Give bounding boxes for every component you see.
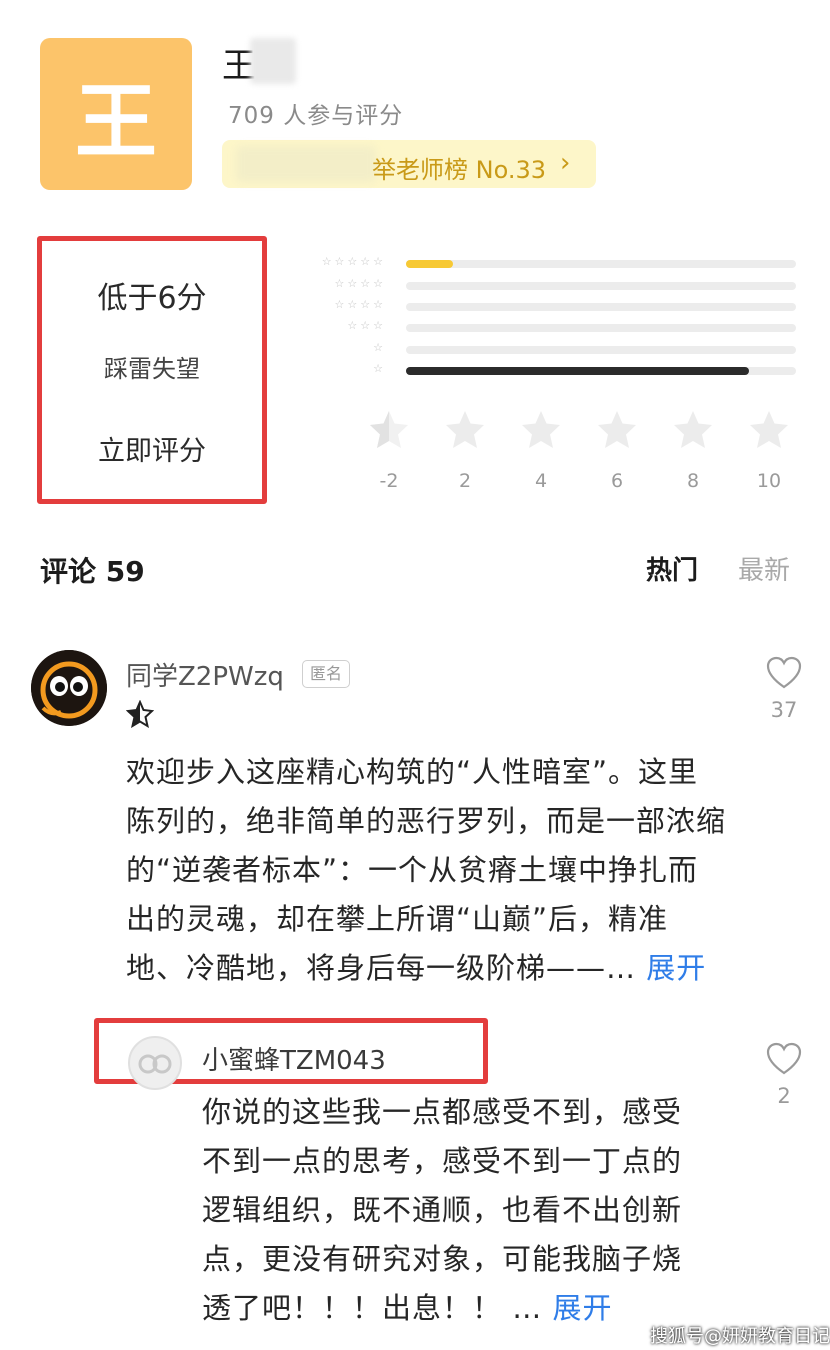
distribution-row: ☆☆☆☆☆ bbox=[292, 255, 796, 272]
distribution-track bbox=[406, 282, 796, 290]
default-avatar-icon bbox=[138, 1054, 172, 1074]
distribution-fill bbox=[406, 367, 750, 375]
scale-label: 6 bbox=[610, 470, 624, 492]
distribution-track bbox=[406, 346, 796, 354]
reply-body: 你说的这些我一点都感受不到，感受不到一点的思考，感受不到一丁点的逻辑组织，既不通… bbox=[202, 1088, 692, 1333]
comment-body: 欢迎步入这座精心构筑的“人性暗室”。这里陈列的，绝非简单的恶行罗列，而是一部浓缩… bbox=[126, 748, 726, 993]
rank-label[interactable]: 举老师榜 No.33 bbox=[372, 150, 546, 185]
commenter-avatar[interactable] bbox=[31, 650, 107, 726]
scale-star-icon[interactable] bbox=[671, 408, 715, 452]
scale-star-icon[interactable] bbox=[747, 408, 791, 452]
distribution-stars: ☆ bbox=[373, 341, 386, 354]
comments-title: 评论 59 bbox=[40, 555, 145, 588]
reply-expand-link[interactable]: 展开 bbox=[552, 1291, 612, 1325]
anonymous-badge: 匿名 bbox=[302, 660, 350, 688]
expand-link[interactable]: 展开 bbox=[646, 951, 706, 985]
owl-avatar-icon bbox=[31, 650, 107, 726]
tab-hot[interactable]: 热门 bbox=[646, 550, 698, 587]
distribution-row: ☆☆☆ bbox=[292, 319, 796, 336]
scale-label: 4 bbox=[534, 470, 548, 492]
scale-label: 8 bbox=[686, 470, 700, 492]
score-description: 踩雷失望 bbox=[104, 355, 200, 383]
reply-avatar[interactable] bbox=[128, 1036, 182, 1090]
teacher-avatar-char: 王 bbox=[74, 74, 157, 170]
rate-now-button[interactable]: 立即评分 bbox=[42, 429, 262, 468]
scale-label: 10 bbox=[756, 470, 782, 492]
scale-star-icon[interactable] bbox=[443, 408, 487, 452]
distribution-stars: ☆☆☆☆ bbox=[334, 298, 386, 311]
distribution-track bbox=[406, 303, 796, 311]
rank-redaction bbox=[236, 146, 376, 182]
distribution-stars: ☆☆☆☆☆ bbox=[321, 255, 386, 268]
reply-heart-icon[interactable] bbox=[766, 1042, 802, 1076]
distribution-track bbox=[406, 367, 796, 375]
reply-like-count: 2 bbox=[777, 1084, 791, 1108]
tab-new[interactable]: 最新 bbox=[738, 550, 790, 587]
rating-summary-box: 低于6分 踩雷失望 立即评分 bbox=[37, 236, 267, 504]
distribution-track bbox=[406, 260, 796, 268]
distribution-row: ☆☆☆☆ bbox=[292, 298, 796, 315]
distribution-fill bbox=[406, 260, 453, 268]
reply-username[interactable]: 小蜜蜂TZM043 bbox=[202, 1040, 386, 1077]
scale-star-icon[interactable] bbox=[595, 408, 639, 452]
scale-star-icon[interactable] bbox=[519, 408, 563, 452]
distribution-track bbox=[406, 324, 796, 332]
comment-text: 欢迎步入这座精心构筑的“人性暗室”。这里陈列的，绝非简单的恶行罗列，而是一部浓缩… bbox=[126, 755, 727, 985]
name-redaction bbox=[250, 38, 296, 84]
scale-star-icon[interactable] bbox=[367, 408, 411, 452]
distribution-stars: ☆ bbox=[373, 362, 386, 375]
distribution-stars: ☆☆☆ bbox=[347, 319, 386, 332]
teacher-avatar: 王 bbox=[40, 38, 192, 190]
heart-icon[interactable] bbox=[766, 656, 802, 690]
watermark: 搜狐号@妍妍教育日记 bbox=[650, 1326, 830, 1347]
distribution-stars: ☆☆☆☆ bbox=[334, 277, 386, 290]
commenter-username[interactable]: 同学Z2PWzq bbox=[126, 656, 284, 693]
half-star-icon bbox=[126, 700, 154, 728]
participants-count: 709 人参与评分 bbox=[228, 103, 404, 129]
distribution-row: ☆ bbox=[292, 362, 796, 379]
score-text: 低于6分 bbox=[97, 281, 207, 316]
scale-label: -2 bbox=[379, 470, 399, 492]
like-count: 37 bbox=[770, 698, 798, 722]
distribution-row: ☆ bbox=[292, 341, 796, 358]
distribution-row: ☆☆☆☆ bbox=[292, 277, 796, 294]
chevron-right-icon[interactable]: › bbox=[560, 148, 570, 178]
scale-label: 2 bbox=[458, 470, 472, 492]
